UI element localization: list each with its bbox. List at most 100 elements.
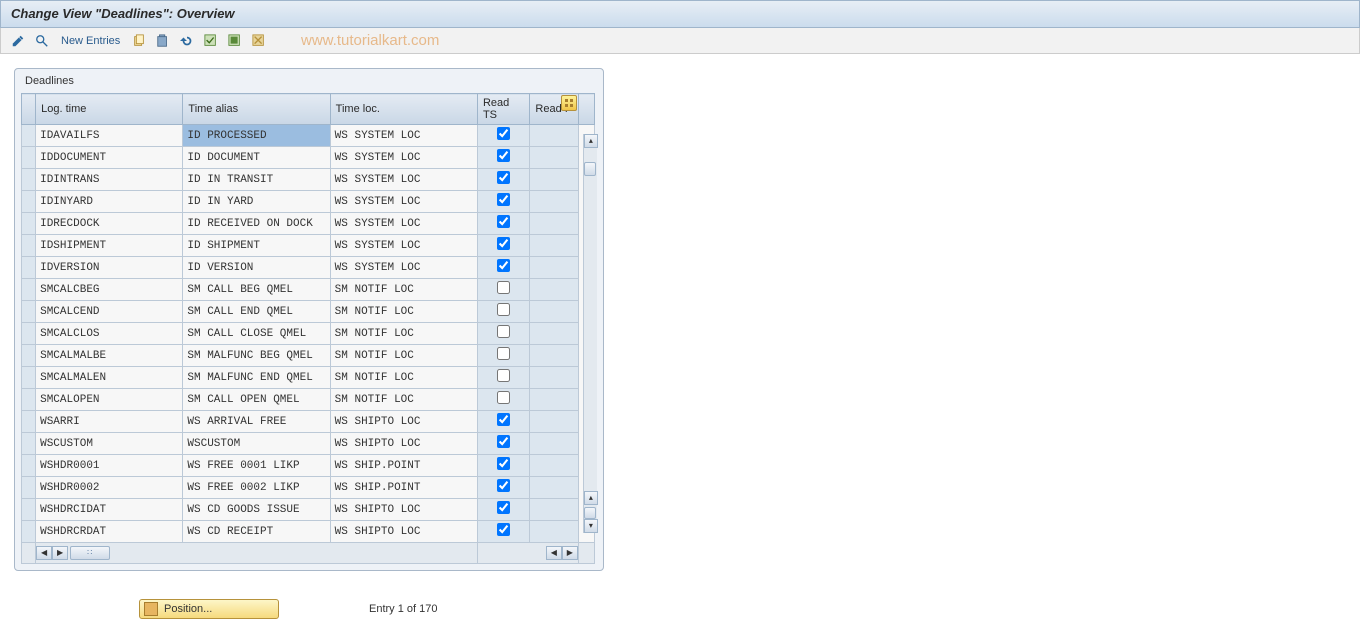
cell-log-time[interactable]: WSHDRCRDAT (36, 521, 183, 543)
row-selector[interactable] (22, 147, 36, 169)
read-ts-checkbox[interactable] (497, 369, 510, 382)
cell-time-alias[interactable]: SM CALL END QMEL (183, 301, 330, 323)
vscroll-up2-icon[interactable]: ▴ (584, 491, 598, 505)
copy-as-icon[interactable] (130, 32, 148, 50)
cell-log-time[interactable]: IDSHIPMENT (36, 235, 183, 257)
read-ts-checkbox[interactable] (497, 523, 510, 536)
row-selector[interactable] (22, 213, 36, 235)
undo-change-icon[interactable] (178, 32, 196, 50)
cell-time-alias[interactable]: SM MALFUNC END QMEL (183, 367, 330, 389)
cell-time-loc[interactable]: WS SYSTEM LOC (330, 257, 477, 279)
position-button[interactable]: Position... (139, 599, 279, 619)
col-header-read-ts[interactable]: Read TS (477, 94, 529, 125)
col-header-log-time[interactable]: Log. time (36, 94, 183, 125)
deselect-all-icon[interactable] (250, 32, 268, 50)
cell-log-time[interactable]: SMCALCBEG (36, 279, 183, 301)
read-ts-checkbox[interactable] (497, 237, 510, 250)
cell-log-time[interactable]: IDVERSION (36, 257, 183, 279)
cell-time-loc[interactable]: WS SYSTEM LOC (330, 125, 477, 147)
hscroll-left2-icon[interactable]: ◀ (546, 546, 562, 560)
row-selector[interactable] (22, 477, 36, 499)
row-selector[interactable] (22, 455, 36, 477)
read-ts-checkbox[interactable] (497, 281, 510, 294)
cell-log-time[interactable]: SMCALMALEN (36, 367, 183, 389)
cell-time-loc[interactable]: WS SHIPTO LOC (330, 499, 477, 521)
cell-time-alias[interactable]: ID PROCESSED (183, 125, 330, 147)
hscroll-right2-icon[interactable]: ▶ (562, 546, 578, 560)
cell-time-alias[interactable]: ID SHIPMENT (183, 235, 330, 257)
row-selector[interactable] (22, 345, 36, 367)
hscrollbar-left[interactable]: ◀ ▶ ∷ (36, 545, 477, 561)
cell-time-loc[interactable]: SM NOTIF LOC (330, 323, 477, 345)
read-ts-checkbox[interactable] (497, 149, 510, 162)
cell-time-alias[interactable]: WS CD RECEIPT (183, 521, 330, 543)
table-settings-icon[interactable] (561, 95, 577, 111)
row-selector[interactable] (22, 257, 36, 279)
new-entries-button[interactable]: New Entries (57, 35, 124, 47)
cell-log-time[interactable]: IDINYARD (36, 191, 183, 213)
toggle-display-change-icon[interactable] (9, 32, 27, 50)
read-ts-checkbox[interactable] (497, 303, 510, 316)
read-ts-checkbox[interactable] (497, 193, 510, 206)
row-selector[interactable] (22, 301, 36, 323)
cell-log-time[interactable]: WSHDRCIDAT (36, 499, 183, 521)
read-ts-checkbox[interactable] (497, 347, 510, 360)
row-selector[interactable] (22, 323, 36, 345)
cell-log-time[interactable]: SMCALCEND (36, 301, 183, 323)
cell-time-loc[interactable]: SM NOTIF LOC (330, 279, 477, 301)
read-ts-checkbox[interactable] (497, 259, 510, 272)
read-ts-checkbox[interactable] (497, 457, 510, 470)
cell-time-loc[interactable]: WS SHIPTO LOC (330, 433, 477, 455)
vscroll-down-icon[interactable]: ▾ (584, 519, 598, 533)
read-ts-checkbox[interactable] (497, 479, 510, 492)
col-header-time-loc[interactable]: Time loc. (330, 94, 477, 125)
cell-time-alias[interactable]: WS CD GOODS ISSUE (183, 499, 330, 521)
cell-time-alias[interactable]: ID DOCUMENT (183, 147, 330, 169)
hscroll-left-icon[interactable]: ◀ (36, 546, 52, 560)
read-ts-checkbox[interactable] (497, 391, 510, 404)
cell-time-alias[interactable]: SM CALL OPEN QMEL (183, 389, 330, 411)
cell-time-loc[interactable]: SM NOTIF LOC (330, 301, 477, 323)
read-ts-checkbox[interactable] (497, 413, 510, 426)
row-selector[interactable] (22, 411, 36, 433)
cell-time-loc[interactable]: SM NOTIF LOC (330, 367, 477, 389)
vscrollbar[interactable]: ▴▴▾ (578, 125, 594, 543)
cell-time-loc[interactable]: WS SYSTEM LOC (330, 147, 477, 169)
hscroll-thumb[interactable]: ∷ (70, 546, 110, 560)
cell-log-time[interactable]: WSHDR0001 (36, 455, 183, 477)
row-selector[interactable] (22, 169, 36, 191)
cell-time-alias[interactable]: ID VERSION (183, 257, 330, 279)
cell-log-time[interactable]: WSHDR0002 (36, 477, 183, 499)
cell-time-alias[interactable]: WS FREE 0001 LIKP (183, 455, 330, 477)
other-entry-icon[interactable] (33, 32, 51, 50)
read-ts-checkbox[interactable] (497, 171, 510, 184)
cell-log-time[interactable]: IDAVAILFS (36, 125, 183, 147)
read-ts-checkbox[interactable] (497, 127, 510, 140)
col-header-read-i[interactable]: Read I (530, 94, 578, 125)
row-selector[interactable] (22, 499, 36, 521)
vscroll-thumb[interactable] (584, 162, 596, 176)
row-selector[interactable] (22, 521, 36, 543)
cell-time-loc[interactable]: SM NOTIF LOC (330, 389, 477, 411)
cell-log-time[interactable]: IDRECDOCK (36, 213, 183, 235)
cell-log-time[interactable]: WSARRI (36, 411, 183, 433)
cell-time-loc[interactable]: WS SYSTEM LOC (330, 235, 477, 257)
cell-time-alias[interactable]: WS FREE 0002 LIKP (183, 477, 330, 499)
hscrollbar-right[interactable]: ◀ ▶ (478, 545, 578, 561)
cell-time-loc[interactable]: WS SHIP.POINT (330, 477, 477, 499)
cell-time-alias[interactable]: ID RECEIVED ON DOCK (183, 213, 330, 235)
cell-time-alias[interactable]: SM CALL CLOSE QMEL (183, 323, 330, 345)
row-selector[interactable] (22, 367, 36, 389)
cell-time-alias[interactable]: SM CALL BEG QMEL (183, 279, 330, 301)
vscroll-thumb2[interactable] (584, 507, 596, 519)
cell-time-loc[interactable]: WS SHIPTO LOC (330, 521, 477, 543)
cell-time-alias[interactable]: WSCUSTOM (183, 433, 330, 455)
cell-time-alias[interactable]: SM MALFUNC BEG QMEL (183, 345, 330, 367)
row-selector-header[interactable] (22, 94, 36, 125)
read-ts-checkbox[interactable] (497, 215, 510, 228)
row-selector[interactable] (22, 191, 36, 213)
row-selector[interactable] (22, 279, 36, 301)
row-selector[interactable] (22, 389, 36, 411)
read-ts-checkbox[interactable] (497, 325, 510, 338)
select-block-icon[interactable] (226, 32, 244, 50)
